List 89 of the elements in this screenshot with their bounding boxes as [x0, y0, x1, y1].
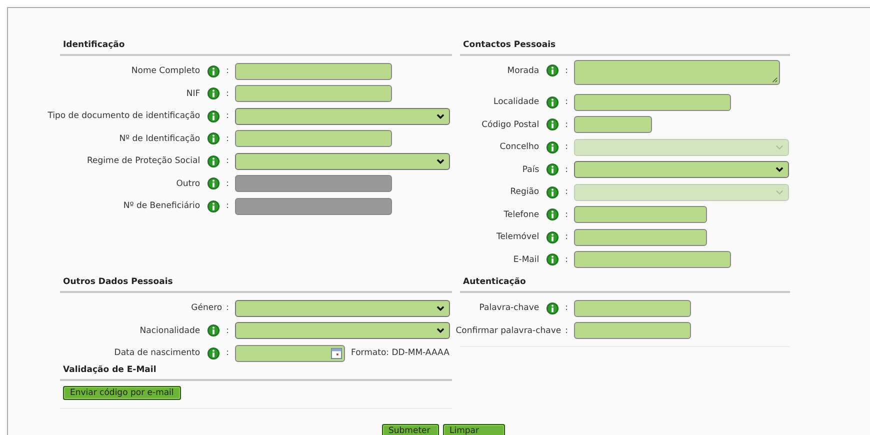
text-field[interactable] — [574, 116, 652, 134]
chevron-down-icon[interactable] — [436, 112, 445, 120]
colon: : — [226, 88, 229, 99]
info-icon[interactable] — [546, 208, 560, 222]
text-field[interactable] — [574, 300, 691, 317]
colon: : — [226, 303, 229, 314]
info-icon[interactable] — [546, 253, 560, 266]
text-field[interactable] — [235, 85, 392, 102]
text-field[interactable] — [574, 94, 731, 111]
field-label: Nº de Identificação — [119, 134, 200, 144]
colon: : — [565, 232, 568, 242]
info-icon[interactable] — [207, 346, 220, 360]
text-field[interactable] — [574, 322, 691, 340]
colon: : — [565, 187, 568, 198]
field-label: Localidade — [494, 97, 540, 108]
colon: : — [565, 164, 568, 175]
colon: : — [565, 210, 568, 220]
chevron-down-icon[interactable] — [436, 304, 445, 312]
section-heading: Contactos Pessoais — [460, 40, 790, 56]
colon: : — [226, 201, 229, 212]
field-label: Palavra-chave — [479, 303, 540, 314]
dropdown[interactable] — [235, 300, 450, 317]
text-field[interactable] — [574, 228, 707, 246]
chevron-down-icon[interactable] — [436, 158, 445, 165]
field-label: Telemóvel — [496, 232, 540, 242]
text-field[interactable] — [235, 62, 392, 80]
field-label: Morada — [507, 66, 540, 76]
info-icon[interactable] — [207, 64, 220, 78]
section-heading: Identificação — [60, 40, 452, 56]
dropdown[interactable] — [235, 108, 450, 125]
dropdown[interactable] — [235, 152, 450, 170]
field-label: NIF — [186, 88, 200, 99]
text-field[interactable] — [235, 130, 392, 148]
calendar-icon[interactable] — [331, 348, 342, 359]
colon: : — [226, 156, 229, 166]
colon: : — [226, 178, 229, 189]
info-icon[interactable] — [546, 163, 560, 176]
resize-grip-icon[interactable] — [771, 76, 778, 83]
colon: : — [565, 303, 568, 314]
field-label: Outro — [176, 178, 200, 189]
info-icon[interactable] — [207, 154, 220, 168]
field-label: Data de nascimento — [114, 348, 200, 358]
field-label: Telefone — [504, 210, 540, 220]
field-label: Género — [191, 303, 222, 314]
field-label: E-Mail — [513, 254, 540, 265]
info-icon[interactable] — [546, 302, 560, 315]
field-label: Tipo de documento de identificação — [48, 111, 200, 122]
field-label: Concelho — [500, 142, 540, 152]
dropdown[interactable] — [235, 322, 450, 340]
colon: : — [226, 326, 229, 336]
form-button[interactable]: Limpar — [442, 424, 504, 435]
info-icon[interactable] — [546, 96, 560, 109]
section-heading: Validação de E-Mail — [60, 364, 452, 380]
colon: : — [565, 97, 568, 108]
send-code-button[interactable]: Enviar código por e-mail — [63, 386, 181, 400]
form-button[interactable]: Submeter — [382, 424, 438, 435]
colon: : — [226, 111, 229, 122]
colon: : — [565, 326, 568, 336]
field-label: País — [522, 164, 540, 175]
field-label: Região — [510, 187, 540, 198]
info-icon[interactable] — [546, 230, 560, 244]
info-icon[interactable] — [546, 118, 560, 132]
colon: : — [226, 66, 229, 76]
colon: : — [565, 120, 568, 130]
info-icon[interactable] — [207, 87, 220, 100]
chevron-down-icon[interactable] — [436, 327, 445, 334]
field-label: Nacionalidade — [140, 326, 200, 336]
section-heading: Outros Dados Pessoais — [60, 277, 452, 293]
field-label: Regime de Proteção Social — [87, 156, 200, 166]
field-label: Código Postal — [482, 120, 540, 130]
colon: : — [565, 142, 568, 152]
field-label: Confirmar palavra-chave — [456, 326, 562, 336]
text-field[interactable] — [574, 251, 731, 268]
section-heading: Autenticação — [460, 277, 790, 293]
colon: : — [226, 348, 229, 358]
info-icon[interactable] — [546, 64, 560, 77]
field-label: Nome Completo — [131, 66, 200, 76]
field-label: Nº de Beneficiário — [123, 201, 200, 212]
colon: : — [565, 254, 568, 265]
format-hint: Formato: DD-MM-AAAA — [351, 348, 450, 358]
chevron-down-icon[interactable] — [775, 166, 784, 174]
info-icon[interactable] — [207, 324, 220, 338]
dropdown[interactable] — [574, 161, 789, 178]
info-icon[interactable] — [207, 132, 220, 146]
info-icon[interactable] — [207, 110, 220, 123]
text-field[interactable] — [574, 206, 707, 224]
colon: : — [226, 134, 229, 144]
colon: : — [565, 66, 568, 76]
date-field[interactable] — [235, 344, 345, 362]
